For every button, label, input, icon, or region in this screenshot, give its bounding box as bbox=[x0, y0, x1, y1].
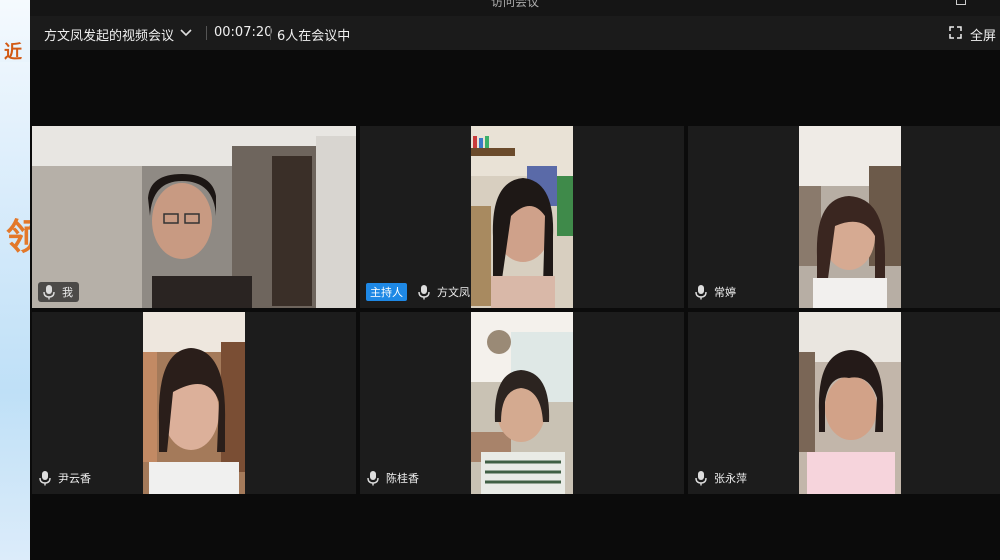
divider bbox=[206, 26, 207, 40]
participant-name: 张永萍 bbox=[714, 472, 747, 485]
video-tile[interactable]: 张永萍 bbox=[688, 312, 1000, 494]
video-tile[interactable]: 尹云香 bbox=[32, 312, 356, 494]
video-tile[interactable]: 常婷 bbox=[688, 126, 1000, 308]
slide-char-mid: 领 bbox=[6, 217, 30, 258]
participant-video bbox=[799, 126, 901, 308]
participant-label: 主持人 方文凤 bbox=[366, 282, 470, 302]
participant-label: 我 bbox=[38, 282, 79, 302]
fullscreen-button[interactable]: 全屏 bbox=[970, 25, 996, 44]
participant-name: 我 bbox=[62, 286, 73, 299]
participant-label: 常婷 bbox=[694, 282, 736, 302]
fullscreen-icon[interactable] bbox=[949, 26, 962, 39]
slide-char-top: 近 bbox=[4, 42, 22, 63]
microphone-icon[interactable] bbox=[38, 470, 52, 486]
video-tile[interactable]: 主持人 方文凤 bbox=[360, 126, 684, 308]
meeting-toolbar: 方文凤发起的视频会议 00:07:20 6人在会议中 全屏 bbox=[30, 16, 1000, 50]
maximize-icon[interactable] bbox=[956, 0, 966, 5]
chevron-down-icon[interactable] bbox=[180, 26, 192, 38]
participant-video bbox=[471, 126, 573, 308]
participant-video bbox=[32, 126, 356, 308]
video-tile[interactable]: 陈桂香 bbox=[360, 312, 684, 494]
participant-video bbox=[799, 312, 901, 494]
divider bbox=[270, 26, 271, 40]
participant-name: 常婷 bbox=[714, 286, 736, 299]
microphone-icon[interactable] bbox=[366, 470, 380, 486]
participant-label: 张永萍 bbox=[694, 468, 747, 488]
participant-video bbox=[143, 312, 245, 494]
background-slide: 近 领 bbox=[0, 0, 30, 560]
participant-name: 尹云香 bbox=[58, 472, 91, 485]
meeting-title[interactable]: 方文凤发起的视频会议 bbox=[44, 25, 174, 44]
microphone-icon[interactable] bbox=[417, 284, 431, 300]
participant-count[interactable]: 6人在会议中 bbox=[277, 25, 350, 44]
participant-name: 陈桂香 bbox=[386, 472, 419, 485]
microphone-icon[interactable] bbox=[42, 284, 56, 300]
microphone-icon[interactable] bbox=[694, 284, 708, 300]
window-title: 访问会议 bbox=[490, 0, 539, 9]
host-badge: 主持人 bbox=[366, 283, 407, 301]
title-bar: 访问会议 bbox=[30, 0, 1000, 16]
participant-video bbox=[471, 312, 573, 494]
participant-name: 方文凤 bbox=[437, 286, 470, 299]
meeting-timer: 00:07:20 bbox=[214, 25, 273, 40]
microphone-icon[interactable] bbox=[694, 470, 708, 486]
meeting-window: 访问会议 方文凤发起的视频会议 00:07:20 6人在会议中 全屏 我 主持人… bbox=[30, 0, 1000, 560]
video-tile[interactable]: 我 bbox=[32, 126, 356, 308]
participant-label: 陈桂香 bbox=[366, 468, 419, 488]
participant-label: 尹云香 bbox=[38, 468, 91, 488]
